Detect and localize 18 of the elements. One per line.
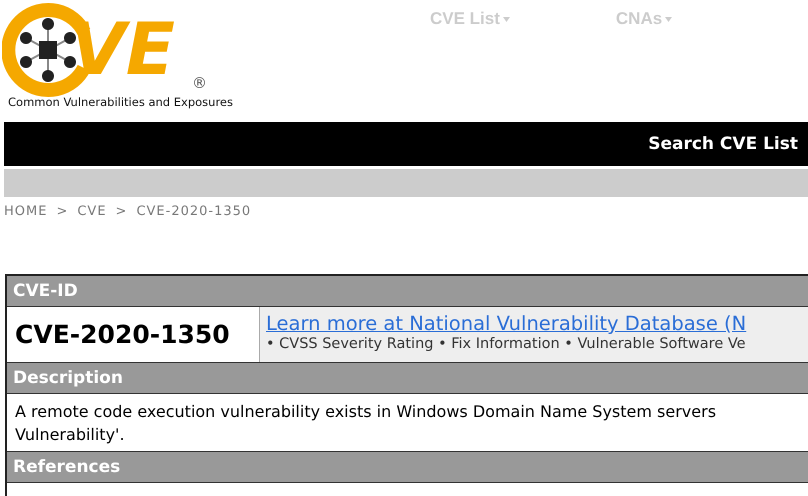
- description-text: A remote code execution vulnerability exists in Windows Domain Name System servers: [15, 401, 716, 423]
- logo-tagline: Common Vulnerabilities and Exposures: [8, 95, 233, 109]
- section-title: CVE-ID: [13, 281, 78, 301]
- search-title: Search CVE List: [648, 134, 798, 154]
- breadcrumb-link[interactable]: CVE-2020-1350: [136, 204, 252, 274]
- section-title: Description: [13, 368, 123, 388]
- section-title: References: [13, 457, 120, 477]
- description-text: Vulnerability'.: [15, 424, 125, 446]
- breadcrumb-separator: >: [56, 204, 68, 221]
- breadcrumb-link[interactable]: HOME: [4, 204, 48, 274]
- nvd-link[interactable]: Learn more at National Vulnerability Database (N: [266, 312, 808, 336]
- nvd-features-text: • CVSS Severity Rating • Fix Information • Vulnerable Software Ve: [266, 336, 747, 353]
- breadcrumb-link[interactable]: CVE: [77, 204, 107, 274]
- registered-mark: ®: [192, 74, 207, 92]
- caret-icon: [502, 16, 510, 22]
- caret-icon: [665, 16, 672, 22]
- cve-id: CVE-2020-1350: [15, 320, 230, 349]
- breadcrumb-separator: >: [116, 204, 128, 221]
